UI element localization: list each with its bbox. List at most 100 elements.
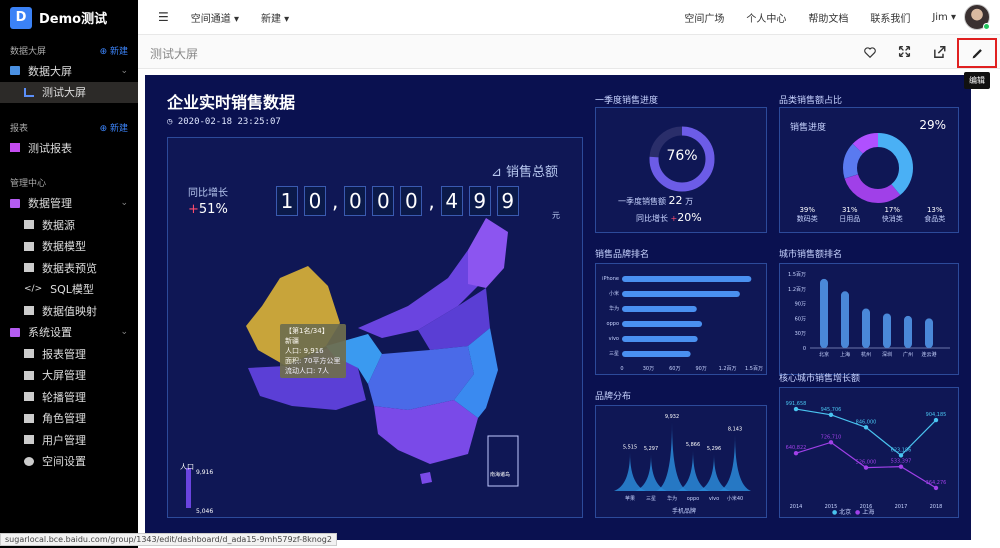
- city-sales-title: 城市销售额排名: [779, 250, 843, 260]
- brand-category: 苹果: [625, 495, 635, 502]
- line-value: 526,000: [856, 460, 877, 466]
- brand-category: 小米40: [727, 495, 743, 502]
- line-value: 846,000: [856, 419, 877, 425]
- sidebar: D Demo测试 数据大屏 ⊕ 新建 数据大屏 ⌄ 测试大屏 报表 ⊕ 新建 测…: [0, 0, 138, 548]
- brand-dist-title: 品牌分布: [595, 392, 632, 402]
- nav-contact-us[interactable]: 联系我们: [870, 10, 910, 25]
- map-panel: ⊿ 销售总额 同比增长 +51% 10,000,499 元 南海诸岛 【第1名/…: [167, 137, 583, 518]
- brand-bar-小米: [622, 291, 740, 297]
- line-point: [933, 485, 939, 491]
- edit-button[interactable]: [957, 38, 997, 68]
- south-sea-box: [487, 435, 519, 487]
- status-url: sugarlocal.bce.baidu.com/group/1343/edit…: [0, 533, 337, 546]
- fullscreen-icon[interactable]: [898, 45, 911, 58]
- sidebar-item-data-model[interactable]: 数据模型: [0, 236, 138, 258]
- brand-label: 三星: [609, 351, 619, 357]
- brand-label: 小米: [609, 290, 619, 297]
- sidebar-item-role-mgmt[interactable]: 角色管理: [0, 408, 138, 430]
- line-series-北京: [795, 408, 937, 457]
- brand-x-tick: 90万: [696, 366, 707, 372]
- section-report-title: 报表: [10, 123, 29, 134]
- new-report-button[interactable]: ⊕ 新建: [100, 121, 128, 134]
- sidebar-item-label: 数据源: [42, 218, 75, 232]
- section-admin-title: 管理中心: [10, 179, 47, 189]
- sidebar-item-value-mapping[interactable]: 数据值映射: [0, 300, 138, 322]
- grid-icon: [24, 349, 34, 359]
- folder-icon: [10, 198, 20, 208]
- user-icon: [24, 435, 34, 445]
- online-dot: [983, 23, 990, 30]
- line-point: [898, 453, 904, 458]
- line-value: 945,706: [821, 407, 842, 413]
- nav-space-channel[interactable]: 空间通道 ▾: [191, 10, 239, 25]
- sidebar-item-settings[interactable]: 系统设置 ⌄: [0, 322, 138, 344]
- code-icon: </>: [24, 284, 43, 295]
- favorite-heart-icon[interactable]: [863, 45, 877, 59]
- folder-icon: [10, 327, 20, 337]
- line-value: 533,397: [891, 459, 912, 465]
- sidebar-item-report-mgmt[interactable]: 报表管理: [0, 343, 138, 365]
- sidebar-item-datasource[interactable]: 数据源: [0, 214, 138, 236]
- sidebar-item-label: 角色管理: [42, 412, 86, 426]
- chart-icon: [24, 87, 34, 97]
- sidebar-item-label: 数据管理: [28, 197, 72, 211]
- sidebar-item-user-mgmt[interactable]: 用户管理: [0, 429, 138, 451]
- city-y-tick: 60万: [795, 316, 806, 322]
- sidebar-item-label: 数据模型: [42, 240, 86, 254]
- sidebar-item-bigscreen-mgmt[interactable]: 大屏管理: [0, 365, 138, 387]
- brand-peak-oppo: [677, 450, 709, 491]
- brand-category: oppo: [687, 496, 699, 502]
- document-icon: [24, 306, 34, 316]
- nav-new[interactable]: 新建 ▾: [261, 10, 289, 25]
- folder-icon: [10, 66, 20, 76]
- city-bar-广州: [904, 315, 912, 348]
- city-bar-上海: [841, 291, 849, 348]
- new-bigscreen-button[interactable]: ⊕ 新建: [100, 44, 128, 57]
- share-icon[interactable]: [932, 45, 947, 59]
- brand-rank-title: 销售品牌排名: [595, 250, 650, 260]
- city-label: 广州: [903, 351, 913, 358]
- sidebar-item-test-report[interactable]: 测试报表: [0, 137, 138, 159]
- brand-x-tick: 1.2百万: [719, 366, 737, 372]
- sidebar-item-label: 数据值映射: [42, 304, 97, 318]
- map-region-northeast: [468, 218, 508, 288]
- user-menu[interactable]: Jim ▾: [932, 12, 956, 23]
- page-header: 测试大屏 编辑: [138, 35, 1000, 89]
- sidebar-item-table-preview[interactable]: 数据表预览: [0, 257, 138, 279]
- city-bar-深圳: [883, 313, 891, 348]
- line-point: [898, 464, 904, 469]
- brand-bar-华为: [622, 306, 697, 312]
- city-label: 杭州: [861, 351, 871, 358]
- users-icon: [24, 413, 34, 423]
- section-bigscreen-title: 数据大屏: [10, 46, 47, 57]
- line-point: [828, 440, 834, 445]
- city-bar-杭州: [862, 308, 870, 348]
- category-title: 品类销售额占比: [779, 96, 843, 106]
- city-growth-title: 核心城市销售增长额: [779, 374, 861, 384]
- page-title: 测试大屏: [150, 47, 199, 61]
- brand-peak-华为: [656, 422, 688, 491]
- quarter-yoy: 同比增长 +20%: [636, 211, 702, 224]
- avatar[interactable]: [964, 4, 990, 30]
- brand-label: oppo: [607, 321, 619, 327]
- datetime: ◷ 2020-02-18 23:25:07: [167, 117, 281, 127]
- city-y-tick: 30万: [795, 331, 806, 337]
- brand[interactable]: D Demo测试: [0, 0, 138, 35]
- collapse-sidebar-icon[interactable]: ☰: [158, 10, 169, 24]
- dashboard-canvas: 企业实时销售数据 ◷ 2020-02-18 23:25:07 ⊿ 销售总额 同比…: [145, 75, 971, 540]
- city-y-tick: 0: [803, 346, 806, 352]
- brand-dist-panel: 5,515 苹果 5,297 三星 9,932 华为 5,866 oppo 5,296 vivo 8…: [595, 405, 767, 518]
- nav-help-docs[interactable]: 帮助文档: [808, 10, 848, 25]
- sidebar-item-carousel-mgmt[interactable]: 轮播管理: [0, 386, 138, 408]
- nav-personal-center[interactable]: 个人中心: [746, 10, 786, 25]
- sidebar-item-space-settings[interactable]: 空间设置: [0, 451, 138, 473]
- top-navbar: ☰ 空间通道 ▾ 新建 ▾ 空间广场 个人中心 帮助文档 联系我们 Jim ▾: [138, 0, 1000, 35]
- brand-category: 三星: [646, 496, 656, 502]
- sidebar-item-data-mgmt[interactable]: 数据管理 ⌄: [0, 193, 138, 215]
- sidebar-item-sql-model[interactable]: </> SQL模型: [0, 279, 138, 301]
- line-value: 623,196: [891, 447, 912, 453]
- sidebar-item-bigscreen-group[interactable]: 数据大屏 ⌄: [0, 60, 138, 82]
- sidebar-item-test-bigscreen[interactable]: 测试大屏: [0, 81, 138, 103]
- grid-icon: [10, 143, 20, 153]
- nav-space-square[interactable]: 空间广场: [684, 10, 724, 25]
